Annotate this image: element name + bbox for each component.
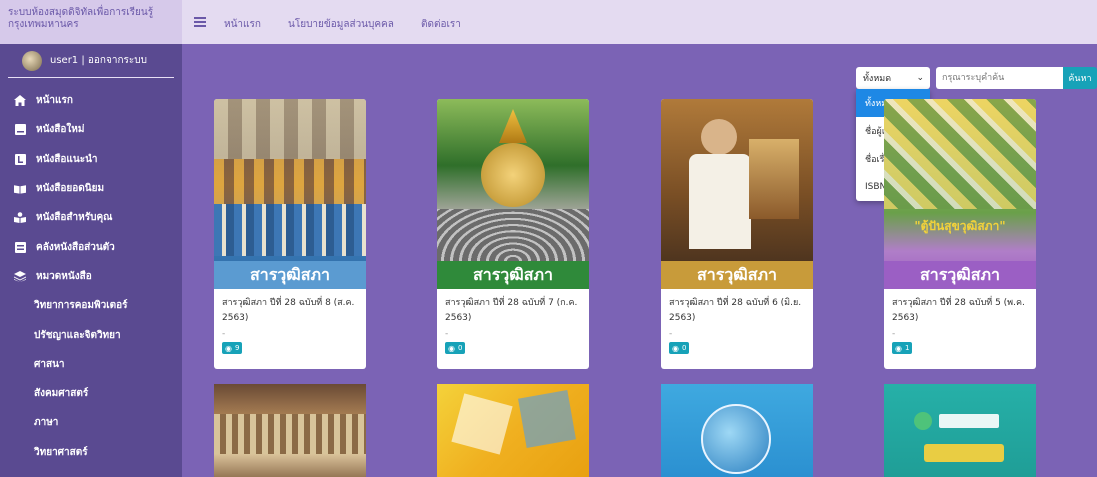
view-count-badge: ◉ 1 [892,342,913,354]
sidebar-item-label: หมวดหนังสือ [36,270,92,282]
sidebar-category-philosophy[interactable]: ปรัชญาและจิตวิทยา [0,320,182,349]
user-row: user1 | ออกจากระบบ [8,44,174,78]
search-bar: ทั้งหมด ⌄ ค้นหา [856,67,1097,89]
cover-masthead: สารวุฒิสภา [437,261,589,289]
recommend-icon [14,153,26,165]
view-count: 0 [681,344,687,352]
app-brand[interactable]: ระบบห้องสมุดดิจิทัลเพื่อการเรียนรู้ กรุง… [0,0,182,44]
view-count: 0 [457,344,463,352]
nav-privacy-link[interactable]: นโยบายข้อมูลส่วนบุคคล [288,19,394,30]
book-title[interactable]: สารวุฒิสภา ปีที่ 28 ฉบับที่ 8 (ส.ค. 2563… [222,296,358,326]
book-card[interactable]: สารวุฒิสภา สารวุฒิสภา ปีที่ 28 ฉบับที่ 7… [437,99,589,369]
brand-line-2: กรุงเทพมหานคร [8,19,79,30]
sidebar: user1 | ออกจากระบบ หน้าแรก หนังสือใหม่ ห… [0,44,182,477]
sidebar-item-popular[interactable]: หนังสือยอดนิยม [0,174,182,203]
view-count: 9 [234,344,240,352]
sidebar-item-label: หนังสือใหม่ [36,124,85,136]
user-book-icon [14,212,26,224]
sidebar-menu: หน้าแรก หนังสือใหม่ หนังสือแนะนำ หนังสือ… [0,86,182,467]
book-cover[interactable] [884,384,1036,477]
book-author: - [222,329,226,339]
brand-line-1: ระบบห้องสมุดดิจิทัลเพื่อการเรียนรู้ [8,7,154,18]
sidebar-category-language[interactable]: ภาษา [0,408,182,437]
book-cover[interactable]: สารวุฒิสภา [661,99,813,289]
search-type-selected: ทั้งหมด [863,74,892,84]
view-count-badge: ◉ 0 [445,342,466,354]
book-icon [14,124,26,136]
book-title[interactable]: สารวุฒิสภา ปีที่ 28 ฉบับที่ 7 (ก.ค. 2563… [445,296,581,326]
view-count-badge: ◉ 0 [669,342,690,354]
sidebar-item-home[interactable]: หน้าแรก [0,86,182,115]
sidebar-category-science[interactable]: วิทยาศาสตร์ [0,438,182,467]
eye-icon: ◉ [895,343,902,353]
book-author: - [669,329,673,339]
sidebar-item-recommended[interactable]: หนังสือแนะนำ [0,145,182,174]
eye-icon: ◉ [225,343,232,353]
book-cover[interactable] [214,384,366,477]
shelf-icon [14,241,26,253]
search-type-select[interactable]: ทั้งหมด ⌄ [856,67,930,89]
open-book-icon [14,183,26,194]
sidebar-item-for-you[interactable]: หนังสือสำหรับคุณ [0,203,182,232]
sidebar-item-label: หนังสือยอดนิยม [36,183,105,195]
book-cover[interactable] [661,384,813,477]
book-card[interactable]: สารวุฒิสภา สารวุฒิสภา ปีที่ 28 ฉบับที่ 6… [661,99,813,369]
sidebar-category-computer[interactable]: วิทยาการคอมพิวเตอร์ [0,291,182,320]
book-cover[interactable]: สารวุฒิสภา [214,99,366,289]
book-author: - [445,329,449,339]
nav-contact-link[interactable]: ติดต่อเรา [421,19,461,30]
sidebar-item-new-books[interactable]: หนังสือใหม่ [0,115,182,144]
sidebar-category-religion[interactable]: ศาสนา [0,350,182,379]
layers-icon [14,270,26,282]
book-cover[interactable]: สารวุฒิสภา [437,99,589,289]
eye-icon: ◉ [448,343,455,353]
avatar [22,50,42,71]
sidebar-item-label: คลังหนังสือส่วนตัว [36,241,115,253]
book-title[interactable]: สารวุฒิสภา ปีที่ 28 ฉบับที่ 6 (มิ.ย. 256… [669,296,805,326]
sidebar-item-label: หน้าแรก [36,95,73,107]
cover-caption: "ตู้ปันสุขวุฒิสภา" [914,219,1006,233]
cover-masthead: สารวุฒิสภา [884,261,1036,289]
book-author: - [892,329,896,339]
sidebar-category-social[interactable]: สังคมศาสตร์ [0,379,182,408]
home-icon [14,95,26,107]
user-logout-link[interactable]: user1 | ออกจากระบบ [50,53,147,68]
top-nav: หน้าแรก นโยบายข้อมูลส่วนบุคคล ติดต่อเรา [224,12,483,32]
book-cover[interactable] [437,384,589,477]
hamburger-menu-icon[interactable] [194,17,206,27]
search-button[interactable]: ค้นหา [1063,67,1097,89]
book-title[interactable]: สารวุฒิสภา ปีที่ 28 ฉบับที่ 5 (พ.ค. 2563… [892,296,1028,326]
chevron-down-icon: ⌄ [916,73,924,83]
view-count: 1 [904,344,910,352]
book-cover[interactable]: "ตู้ปันสุขวุฒิสภา" สารวุฒิสภา [884,99,1036,289]
book-card[interactable]: สารวุฒิสภา สารวุฒิสภา ปีที่ 28 ฉบับที่ 8… [214,99,366,369]
top-navbar: หน้าแรก นโยบายข้อมูลส่วนบุคคล ติดต่อเรา [182,0,1097,44]
sidebar-item-label: หนังสือแนะนำ [36,153,98,165]
view-count-badge: ◉ 9 [222,342,243,354]
nav-home-link[interactable]: หน้าแรก [224,19,261,30]
eye-icon: ◉ [672,343,679,353]
cover-masthead: สารวุฒิสภา [214,261,366,289]
sidebar-item-private-shelf[interactable]: คลังหนังสือส่วนตัว [0,232,182,261]
cover-masthead: สารวุฒิสภา [661,261,813,289]
book-card[interactable]: "ตู้ปันสุขวุฒิสภา" สารวุฒิสภา สารวุฒิสภา… [884,99,1036,369]
sidebar-item-label: หนังสือสำหรับคุณ [36,212,113,224]
sidebar-item-categories[interactable]: หมวดหนังสือ [0,262,182,291]
search-input[interactable] [936,67,1063,89]
